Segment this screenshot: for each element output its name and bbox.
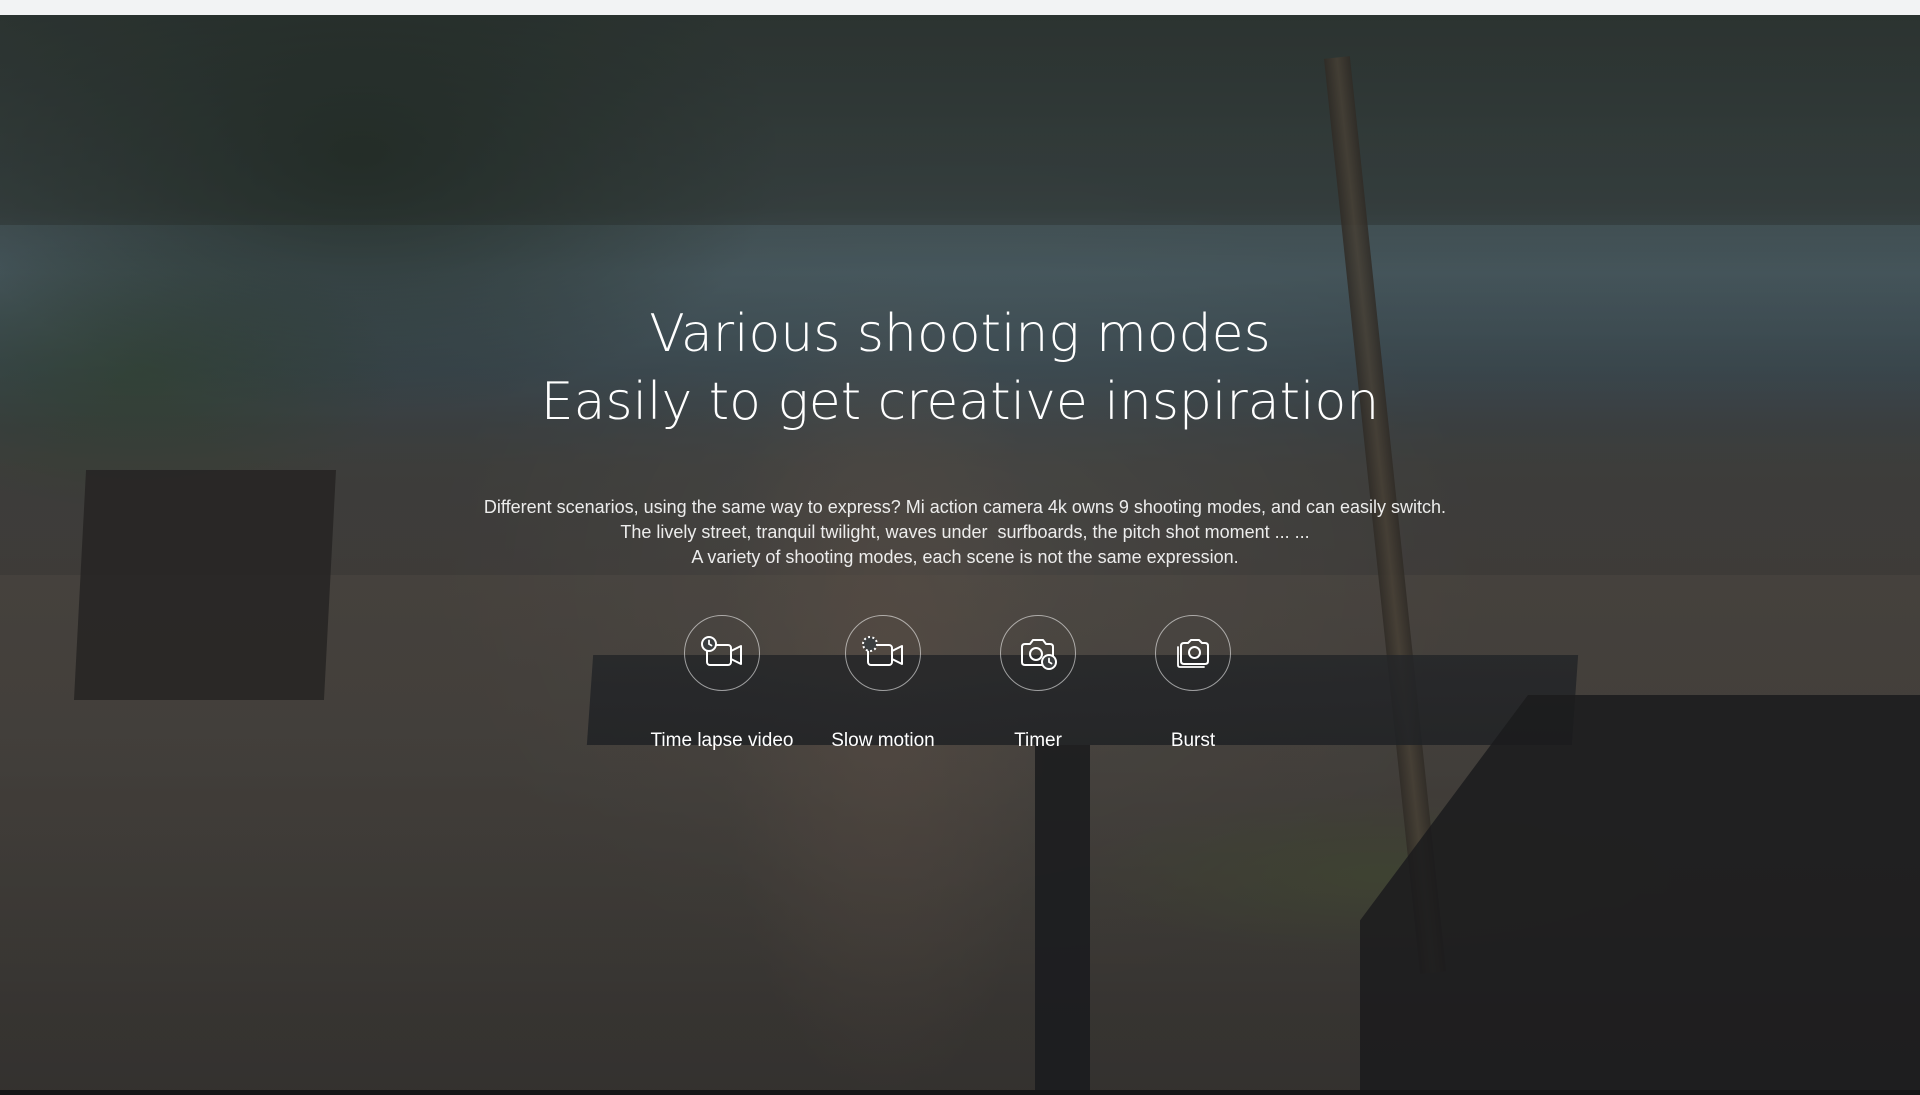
headline-line-2: Easily to get creative inspiration bbox=[540, 372, 1380, 432]
headline: Various shooting modes Easily to get cre… bbox=[0, 300, 1920, 436]
timer-icon bbox=[1021, 639, 1057, 670]
mode-circle bbox=[1155, 615, 1231, 691]
headline-line-1: Various shooting modes bbox=[649, 304, 1271, 364]
mode-label: Time lapse video bbox=[650, 730, 794, 751]
mode-circle bbox=[845, 615, 921, 691]
description-line-1: Different scenarios, using the same way … bbox=[483, 497, 1447, 517]
mode-slow-motion[interactable]: Slow motion bbox=[793, 615, 973, 755]
mode-label: Timer bbox=[1014, 730, 1062, 751]
mode-timer[interactable]: Timer bbox=[948, 615, 1128, 755]
top-strip bbox=[0, 0, 1920, 15]
mode-circle bbox=[1000, 615, 1076, 691]
slow-motion-icon bbox=[862, 636, 903, 666]
time-lapse-video-icon bbox=[701, 636, 742, 666]
mode-circle bbox=[684, 615, 760, 691]
mode-burst[interactable]: Burst bbox=[1103, 615, 1283, 755]
bottom-strip bbox=[0, 1090, 1920, 1095]
mode-time-lapse-video[interactable]: Time lapse video bbox=[632, 615, 812, 755]
hero-section: Various shooting modes Easily to get cre… bbox=[0, 15, 1920, 1090]
description-line-3: A variety of shooting modes, each scene … bbox=[691, 547, 1239, 567]
mode-label: Burst bbox=[1170, 730, 1216, 751]
shooting-modes: Time lapse video Slow motion Timer Burst bbox=[0, 615, 1920, 765]
burst-icon bbox=[1177, 639, 1209, 668]
hero-content: Various shooting modes Easily to get cre… bbox=[0, 15, 1920, 1090]
description: Different scenarios, using the same way … bbox=[0, 495, 1920, 570]
description-line-2: The lively street, tranquil twilight, wa… bbox=[620, 522, 1310, 542]
mode-label: Slow motion bbox=[831, 730, 935, 751]
